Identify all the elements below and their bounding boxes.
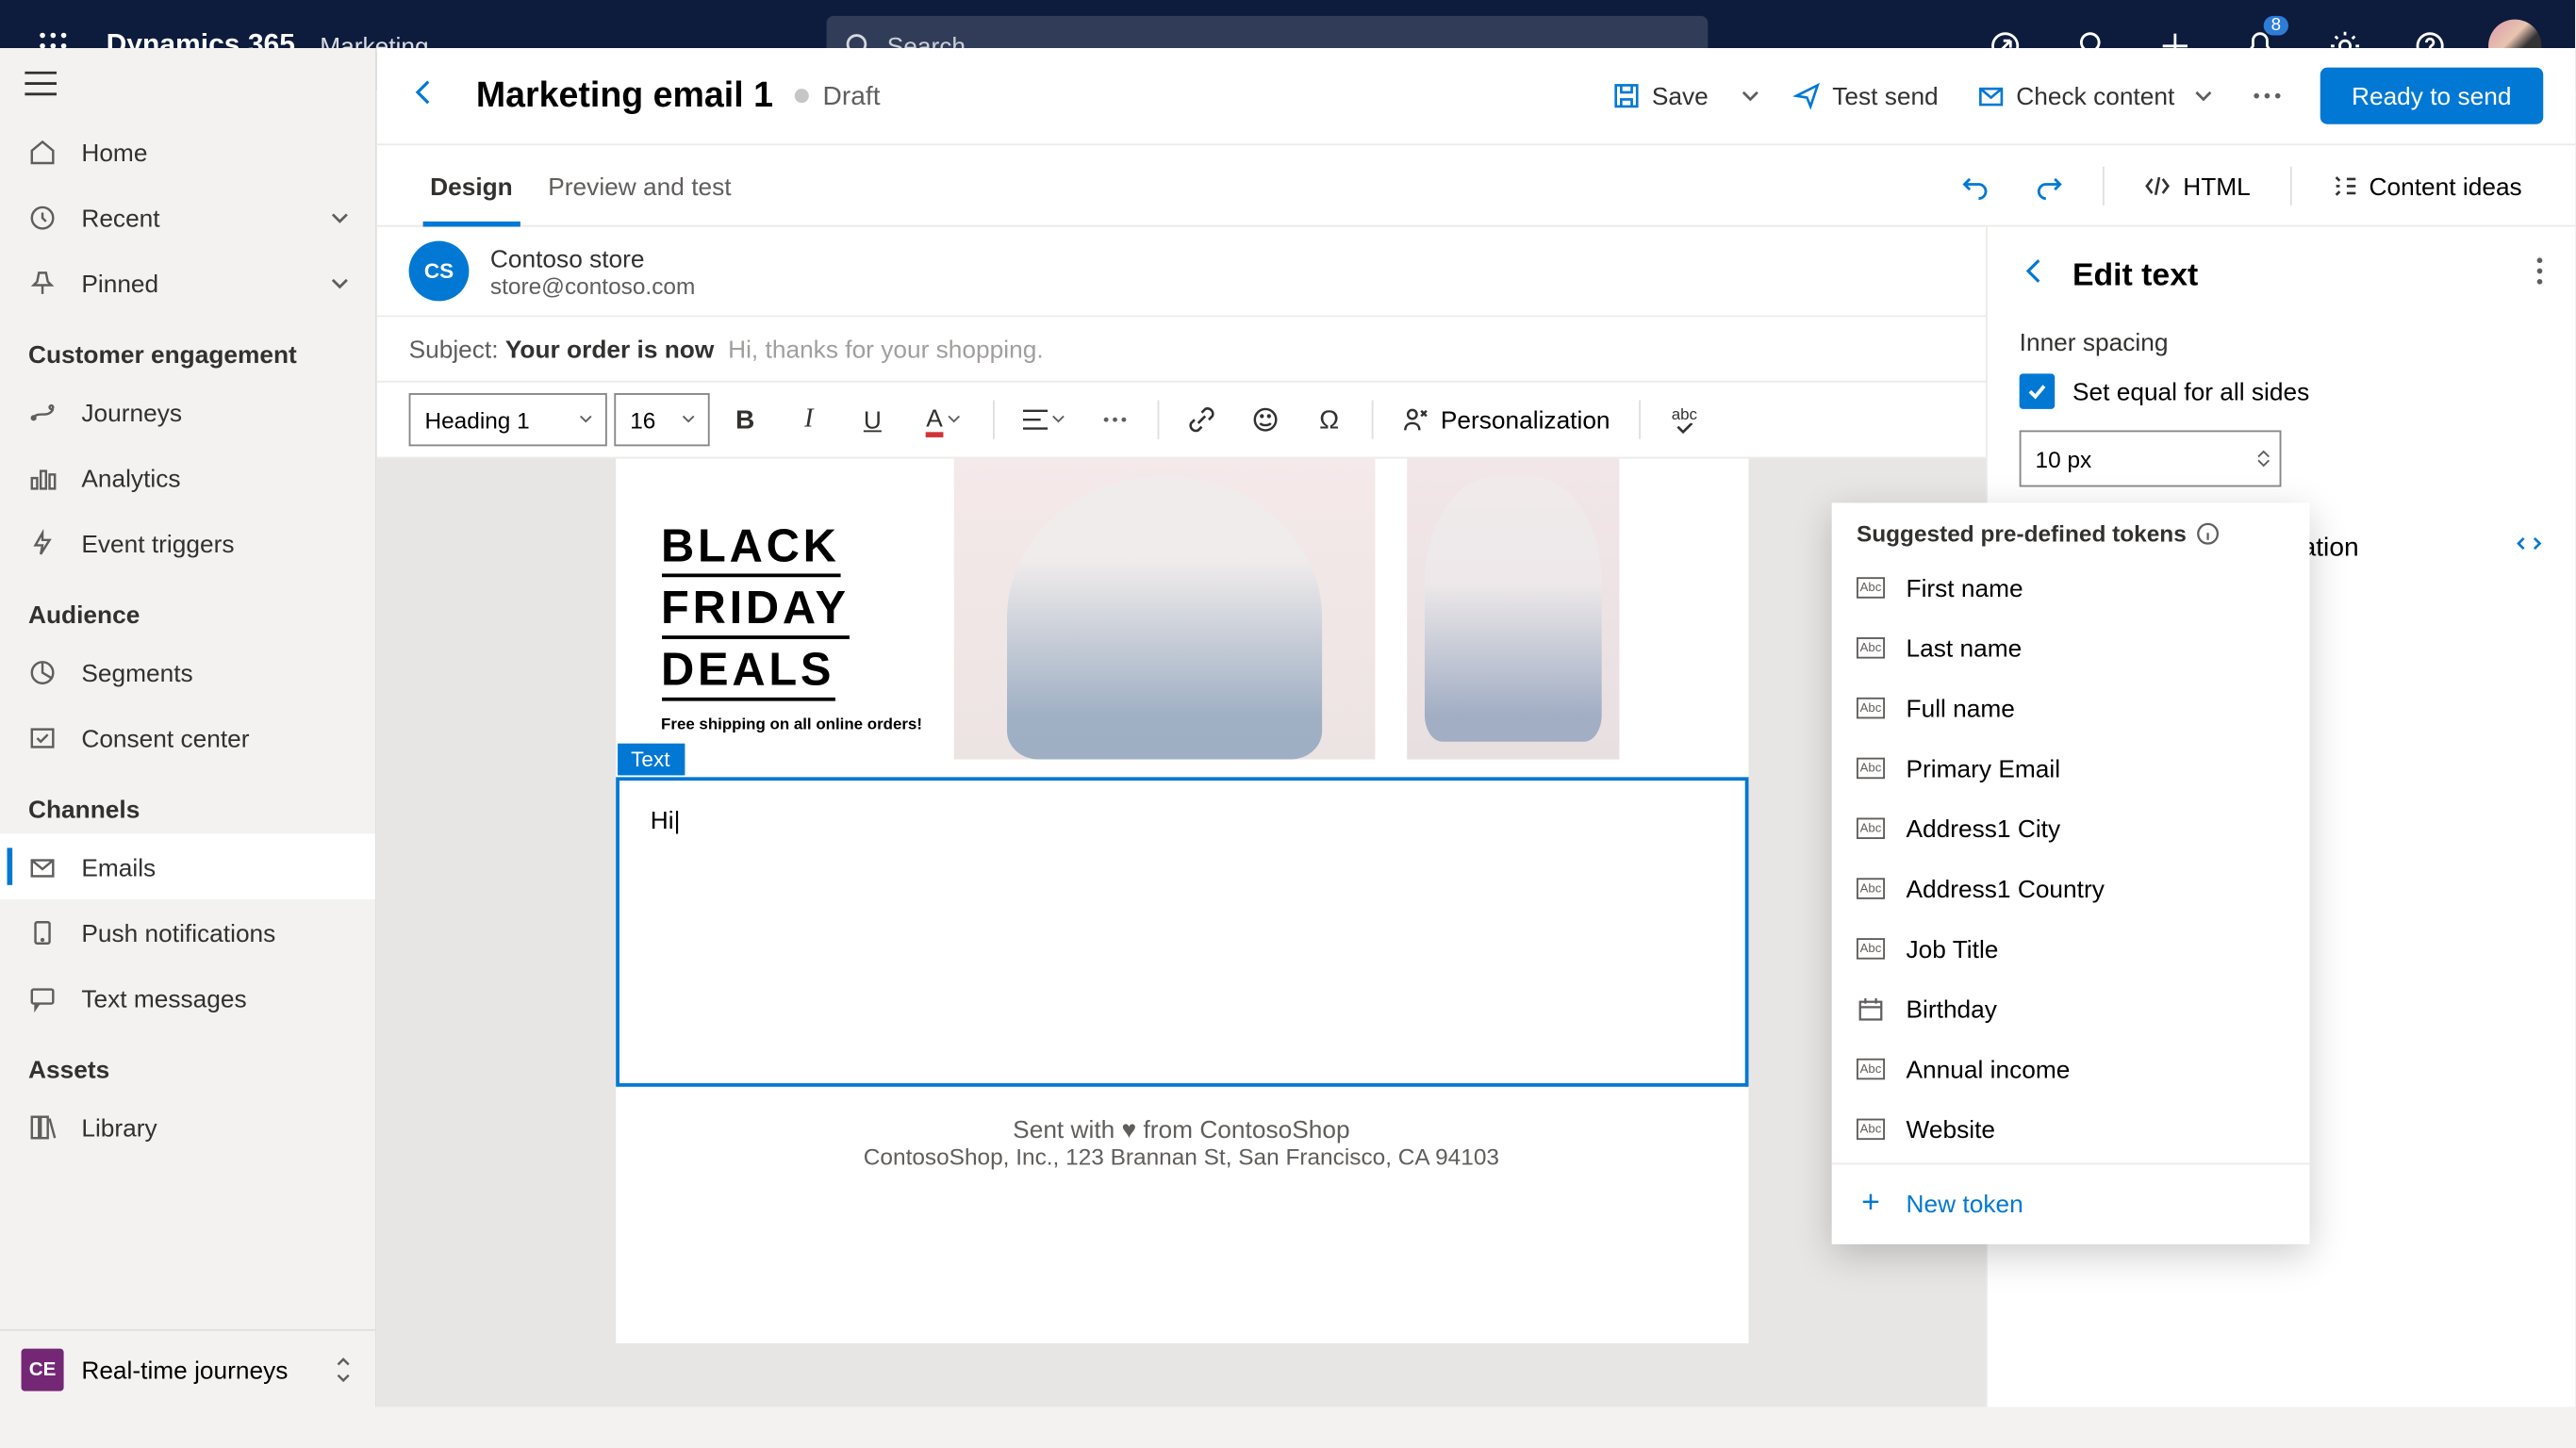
font-size-select[interactable]: 16 [614,393,709,446]
nav-push-notifications[interactable]: Push notifications [0,899,375,964]
token-primary-email[interactable]: AbcPrimary Email [1832,738,2310,798]
redo-icon[interactable] [2019,160,2083,210]
panel-title: Edit text [2072,256,2198,293]
chevron-down-icon [329,272,351,293]
subject-bar[interactable]: Subject: Your order is now Hi, thanks fo… [377,317,1986,382]
panel-back-icon[interactable] [2020,255,2052,296]
save-button[interactable]: Save [1599,71,1723,121]
equal-sides-checkbox[interactable]: Set equal for all sides [2020,373,2544,409]
save-dropdown-icon[interactable] [1733,74,1769,117]
email-footer[interactable]: Sent with ♥ from ContosoShop ContosoShop… [615,1087,1747,1198]
text-content[interactable]: Hi [651,805,681,833]
content-ideas-button[interactable]: Content ideas [2312,160,2539,210]
font-color-icon[interactable]: A [908,393,979,446]
nav-consent-center[interactable]: Consent center [0,704,375,769]
notification-badge: 8 [2264,15,2288,35]
underline-icon[interactable]: U [844,393,900,446]
hero-image-1[interactable] [954,458,1376,759]
page-title: Marketing email 1 [476,75,773,116]
text-block-label: Text [617,744,684,776]
token-job-title[interactable]: AbcJob Title [1832,918,2310,979]
chevron-down-icon [329,206,351,228]
tab-preview[interactable]: Preview and test [531,144,750,225]
token-header: Suggested pre-defined tokens [1832,502,2310,557]
token-dropdown: Suggested pre-defined tokens AbcFirst na… [1832,502,2310,1243]
section-customer-engagement: Customer engagement [0,315,375,379]
main-area: Marketing email 1 Draft Save Test send C… [377,48,2575,1407]
hamburger-icon[interactable] [0,48,375,119]
token-full-name[interactable]: AbcFull name [1832,678,2310,738]
status-text: Draft [823,81,881,111]
token-last-name[interactable]: AbcLast name [1832,617,2310,678]
token-address1-country[interactable]: AbcAddress1 Country [1832,859,2310,919]
hero-section[interactable]: BLACK FRIDAY DEALS Free shipping on all … [615,458,1747,759]
spinner-icon[interactable] [2254,448,2272,469]
plus-icon: + [1857,1184,1885,1221]
sender-name: Contoso store [490,243,695,272]
updown-icon [333,1355,355,1383]
nav-text-messages[interactable]: Text messages [0,964,375,1029]
info-icon[interactable] [2197,522,2220,545]
text-block[interactable]: Text Hi [615,777,1747,1086]
token-birthday[interactable]: Birthday [1832,979,2310,1039]
checkbox-icon [2020,373,2056,409]
personalization-button[interactable]: Personalization [1388,405,1625,434]
area-switcher[interactable]: CE Real-time journeys [0,1329,375,1407]
link-icon[interactable] [1173,393,1230,446]
new-token-button[interactable]: +New token [1832,1168,2310,1237]
inner-spacing-label: Inner spacing [2020,328,2544,356]
text-toolbar: Heading 1 16 B I U A Ω Personalization a… [377,383,1986,459]
nav-pinned[interactable]: Pinned [0,250,375,315]
style-select[interactable]: Heading 1 [409,393,607,446]
ce-badge: CE [22,1348,64,1390]
nav-library[interactable]: Library [0,1094,375,1159]
nav-journeys[interactable]: Journeys [0,379,375,444]
align-icon[interactable] [1009,393,1080,446]
command-bar: Marketing email 1 Draft Save Test send C… [377,48,2575,145]
sidebar: Home Recent Pinned Customer engagement J… [0,48,377,1407]
nav-recent-label: Recent [81,203,159,231]
test-send-button[interactable]: Test send [1779,71,1953,121]
email-canvas: BLACK FRIDAY DEALS Free shipping on all … [615,458,1747,1343]
token-website[interactable]: AbcWebsite [1832,1099,2310,1160]
nav-home-label: Home [81,138,147,166]
italic-icon[interactable]: I [781,393,837,446]
check-content-button[interactable]: Check content [1963,71,2228,121]
bold-icon[interactable]: B [717,393,773,446]
tab-design[interactable]: Design [412,144,530,225]
sender-bar[interactable]: CS Contoso store store@contoso.com [377,227,1986,318]
nav-home[interactable]: Home [0,119,375,184]
code-edit-icon[interactable] [2515,530,2543,567]
canvas-column: CS Contoso store store@contoso.com Subje… [377,227,1986,1407]
token-annual-income[interactable]: AbcAnnual income [1832,1039,2310,1099]
tab-bar: Design Preview and test HTML Content ide… [377,145,2575,226]
nav-segments[interactable]: Segments [0,639,375,704]
nav-recent[interactable]: Recent [0,185,375,250]
more-actions-icon[interactable] [2238,82,2295,110]
symbol-icon[interactable]: Ω [1301,393,1358,446]
nav-analytics[interactable]: Analytics [0,444,375,509]
status-dot-icon [794,89,808,103]
more-format-icon[interactable] [1086,393,1143,446]
sender-email: store@contoso.com [490,272,695,298]
section-audience: Audience [0,575,375,639]
html-button[interactable]: HTML [2126,160,2268,210]
panel-more-icon[interactable] [2536,256,2544,293]
section-assets: Assets [0,1030,375,1094]
hero-image-2[interactable] [1407,458,1619,759]
ready-to-send-button[interactable]: Ready to send [2320,68,2543,124]
token-first-name[interactable]: AbcFirst name [1832,558,2310,618]
emoji-icon[interactable] [1237,393,1294,446]
nav-emails[interactable]: Emails [0,833,375,898]
nav-event-triggers[interactable]: Event triggers [0,510,375,575]
sender-avatar: CS [409,241,470,302]
token-address1-city[interactable]: AbcAddress1 City [1832,798,2310,859]
back-arrow-icon[interactable] [409,75,466,116]
nav-pinned-label: Pinned [81,269,158,297]
spellcheck-icon[interactable]: abc [1654,393,1714,446]
section-channels: Channels [0,770,375,834]
undo-icon[interactable] [1944,160,2008,210]
spacing-input[interactable]: 10 px [2020,430,2282,486]
